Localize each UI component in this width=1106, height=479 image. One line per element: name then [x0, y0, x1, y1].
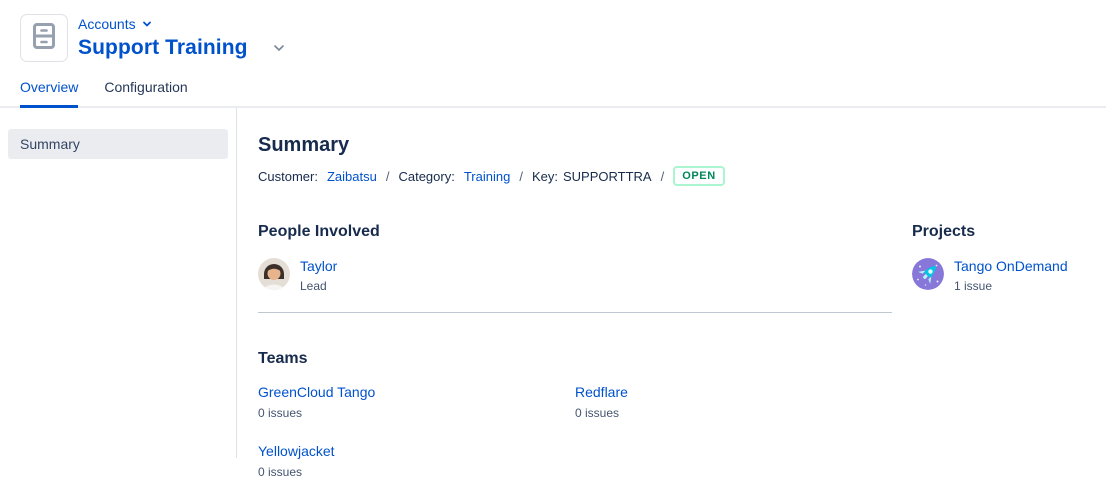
team-grid: GreenCloud Tango 0 issues Redflare 0 iss…	[258, 384, 892, 479]
summary-heading: Summary	[258, 134, 1086, 157]
content-columns: People Involved	[258, 223, 1086, 479]
right-column: Projects	[912, 223, 1086, 479]
projects-heading: Projects	[912, 223, 1086, 241]
projects-section: Projects	[912, 223, 1086, 293]
tab-overview[interactable]: Overview	[20, 68, 78, 108]
sidebar: Summary	[0, 108, 237, 458]
people-involved-heading: People Involved	[258, 223, 892, 241]
accounts-page: Accounts Support Training Overview Confi…	[0, 0, 1106, 458]
key-label: Key:	[532, 169, 558, 184]
page-header: Accounts Support Training	[0, 0, 1106, 68]
people-involved-section: People Involved	[258, 223, 892, 293]
tab-bar: Overview Configuration	[0, 68, 1106, 108]
team-item: GreenCloud Tango 0 issues	[258, 384, 575, 420]
meta-separator: /	[661, 169, 665, 184]
main-content: Summary Customer: Zaibatsu / Category: T…	[237, 108, 1106, 458]
teams-section: Teams GreenCloud Tango 0 issues Redflare…	[258, 350, 892, 479]
sidebar-item-summary[interactable]: Summary	[8, 129, 228, 159]
member-role: Lead	[300, 279, 337, 293]
member-info: Taylor Lead	[300, 258, 337, 293]
cabinet-icon	[29, 21, 59, 56]
category-label: Category:	[398, 169, 454, 184]
header-text: Accounts Support Training	[78, 14, 288, 60]
team-item: Yellowjacket 0 issues	[258, 443, 575, 479]
project-name-link[interactable]: Tango OnDemand	[954, 258, 1068, 274]
caret-down-icon[interactable]	[270, 41, 288, 55]
summary-meta: Customer: Zaibatsu / Category: Training …	[258, 166, 1086, 186]
customer-link[interactable]: Zaibatsu	[327, 169, 377, 184]
category-link[interactable]: Training	[464, 169, 510, 184]
page-title: Support Training	[78, 36, 248, 60]
key-value: SUPPORTTRA	[563, 169, 652, 184]
chevron-down-icon[interactable]	[141, 18, 153, 30]
team-issue-count: 0 issues	[575, 406, 892, 420]
team-link[interactable]: GreenCloud Tango	[258, 384, 375, 400]
project-rocket-avatar	[912, 258, 944, 290]
meta-separator: /	[386, 169, 390, 184]
team-item: Redflare 0 issues	[575, 384, 892, 420]
status-badge: OPEN	[673, 166, 725, 186]
breadcrumb: Accounts	[78, 15, 288, 33]
meta-separator: /	[519, 169, 523, 184]
project-row: Tango OnDemand 1 issue	[912, 258, 1086, 293]
accounts-app-icon	[20, 14, 68, 62]
tab-configuration[interactable]: Configuration	[104, 68, 187, 108]
user-avatar	[258, 258, 290, 290]
team-issue-count: 0 issues	[258, 406, 575, 420]
team-link[interactable]: Redflare	[575, 384, 628, 400]
project-info: Tango OnDemand 1 issue	[954, 258, 1068, 293]
title-row: Support Training	[78, 36, 288, 60]
customer-label: Customer:	[258, 169, 318, 184]
section-divider	[258, 312, 892, 313]
breadcrumb-accounts-link[interactable]: Accounts	[78, 16, 136, 32]
project-issue-count: 1 issue	[954, 279, 1068, 293]
teams-heading: Teams	[258, 350, 892, 368]
left-column: People Involved	[258, 223, 892, 479]
member-row: Taylor Lead	[258, 258, 892, 293]
body-row: Summary Summary Customer: Zaibatsu / Cat…	[0, 108, 1106, 458]
team-link[interactable]: Yellowjacket	[258, 443, 335, 459]
team-issue-count: 0 issues	[258, 465, 575, 479]
member-name-link[interactable]: Taylor	[300, 258, 337, 274]
